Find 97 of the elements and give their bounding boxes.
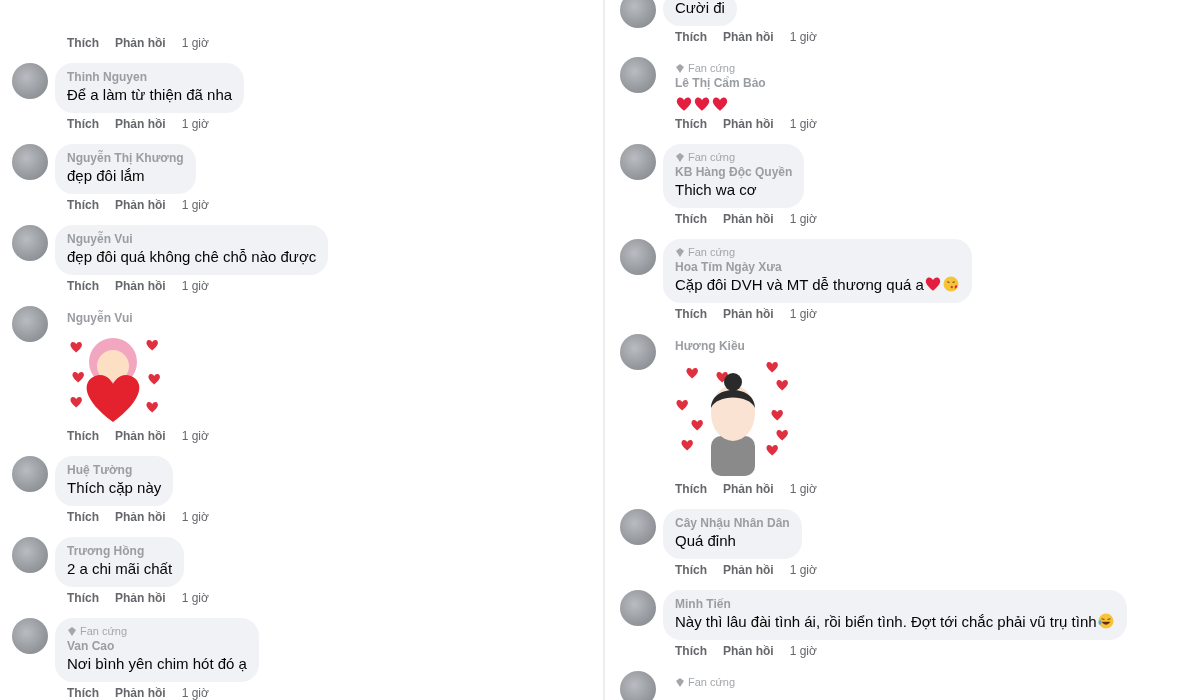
commenter-name: Minh Tiến: [675, 596, 732, 612]
like-link[interactable]: Thích: [67, 509, 99, 525]
comment-time: 1 giờ: [181, 428, 209, 444]
like-link[interactable]: Thích: [67, 197, 99, 213]
avatar: [620, 144, 656, 180]
comment-time: 1 giờ: [181, 509, 209, 525]
like-link[interactable]: Thích: [67, 116, 99, 132]
commenter-name: Hoa Tím Ngày Xưa: [675, 259, 783, 275]
comment-text: Này thì lâu đài tình ái, rồi biển tình. Đợt tới chắc phải vũ trụ tình: [675, 612, 1115, 632]
reply-link[interactable]: Phản hồi: [115, 685, 166, 700]
comment-text: Thích cặp này: [67, 478, 162, 498]
commenter-name: Nguyễn Vui: [67, 310, 134, 326]
reply-link[interactable]: Phản hồi: [115, 116, 166, 132]
commenter-name: Huệ Tường: [67, 462, 134, 478]
avatar: [620, 239, 656, 275]
comment-text: Cười đi: [675, 0, 725, 18]
commenter-name: Cây Nhậu Nhân Dân: [675, 515, 790, 531]
comment-time: 1 giờ: [789, 116, 817, 132]
comment-text: Thich wa cơ: [675, 180, 758, 200]
comment-time: 1 giờ: [789, 643, 817, 659]
avatar: [620, 334, 656, 370]
badge-label: Fan cứng: [688, 61, 736, 75]
avatar: [12, 63, 48, 99]
avatar: [620, 671, 656, 700]
avatar: [12, 537, 48, 573]
comment-time: 1 giờ: [181, 116, 209, 132]
like-link[interactable]: Thích: [67, 278, 99, 294]
comment-text: đẹp đôi lắm: [67, 166, 146, 186]
like-link[interactable]: Thích: [675, 481, 707, 497]
reply-link[interactable]: Phản hồi: [115, 35, 166, 51]
avatar: [12, 225, 48, 261]
badge-icon: [675, 246, 685, 258]
avatar: [620, 590, 656, 626]
commenter-name: Hương Kiều: [675, 338, 746, 354]
reply-link[interactable]: Phản hồi: [115, 509, 166, 525]
comment-text: 2 a chi mãi chất: [67, 559, 173, 579]
avatar: [620, 0, 656, 28]
badge-icon: [675, 62, 685, 74]
commenter-name: Nguyễn Vui: [67, 231, 134, 247]
avatar: [12, 144, 48, 180]
comment-time: 1 giờ: [181, 278, 209, 294]
commenter-name: Nguyễn Thị Khương: [67, 150, 184, 166]
heart-icon: [711, 95, 729, 113]
reply-link[interactable]: Phản hồi: [723, 306, 774, 322]
heart-icon: [675, 95, 693, 113]
reply-link[interactable]: Phản hồi: [723, 562, 774, 578]
badge-label: Fan cứng: [688, 150, 736, 164]
comment-time: 1 giờ: [789, 29, 817, 45]
comment-time: 1 giờ: [789, 562, 817, 578]
badge-label: Fan cứng: [688, 245, 736, 259]
like-link[interactable]: Thích: [675, 29, 707, 45]
comment-text: đẹp đôi quá không chê chỗ nào được: [67, 247, 317, 267]
avatar: [12, 456, 48, 492]
comment-time: 1 giờ: [181, 590, 209, 606]
reply-link[interactable]: Phản hồi: [723, 116, 774, 132]
commenter-name: Trương Hồng: [67, 543, 146, 559]
avatar: [620, 57, 656, 93]
reply-link[interactable]: Phản hồi: [723, 29, 774, 45]
comment-text: Cặp đôi DVH và MT dễ thương quá a: [675, 275, 960, 295]
badge-label: Fan cứng: [688, 675, 736, 689]
commenter-name: Thinh Nguyen: [67, 69, 148, 85]
like-link[interactable]: Thích: [675, 116, 707, 132]
like-link[interactable]: Thích: [67, 428, 99, 444]
like-link[interactable]: Thích: [67, 590, 99, 606]
like-link[interactable]: Thích: [67, 35, 99, 51]
reply-link[interactable]: Phản hồi: [115, 278, 166, 294]
comment-time: 1 giờ: [181, 685, 209, 700]
reply-link[interactable]: Phản hồi: [115, 590, 166, 606]
comment-time: 1 giờ: [789, 481, 817, 497]
reply-link[interactable]: Phản hồi: [115, 428, 166, 444]
avatar: [12, 618, 48, 654]
avatar: [12, 306, 48, 342]
reply-link[interactable]: Phản hồi: [723, 211, 774, 227]
comment-text: Nơi bình yên chim hót đó ạ: [67, 654, 247, 674]
badge-label: Fan cứng: [80, 624, 128, 638]
comment-text: Quá đỉnh: [675, 531, 737, 551]
badge-icon: [675, 151, 685, 163]
like-link[interactable]: Thích: [67, 685, 99, 700]
like-link[interactable]: Thích: [675, 643, 707, 659]
comment-time: 1 giờ: [181, 197, 209, 213]
badge-icon: [675, 676, 685, 688]
reply-link[interactable]: Phản hồi: [723, 481, 774, 497]
like-link[interactable]: Thích: [675, 211, 707, 227]
heart-icon: [693, 95, 711, 113]
commenter-name: Van Cao: [67, 638, 116, 654]
commenter-name: Lê Thị Cẩm Bảo: [675, 75, 767, 91]
avatar: [620, 509, 656, 545]
like-link[interactable]: Thích: [675, 306, 707, 322]
reply-link[interactable]: Phản hồi: [723, 643, 774, 659]
comment-time: 1 giờ: [181, 35, 209, 51]
comment-time: 1 giờ: [789, 211, 817, 227]
like-link[interactable]: Thích: [675, 562, 707, 578]
reply-link[interactable]: Phản hồi: [115, 197, 166, 213]
commenter-name: KB Hàng Độc Quyền: [675, 164, 793, 180]
comment-text: Để a làm từ thiện đã nha: [67, 85, 233, 105]
badge-icon: [67, 625, 77, 637]
comment-time: 1 giờ: [789, 306, 817, 322]
